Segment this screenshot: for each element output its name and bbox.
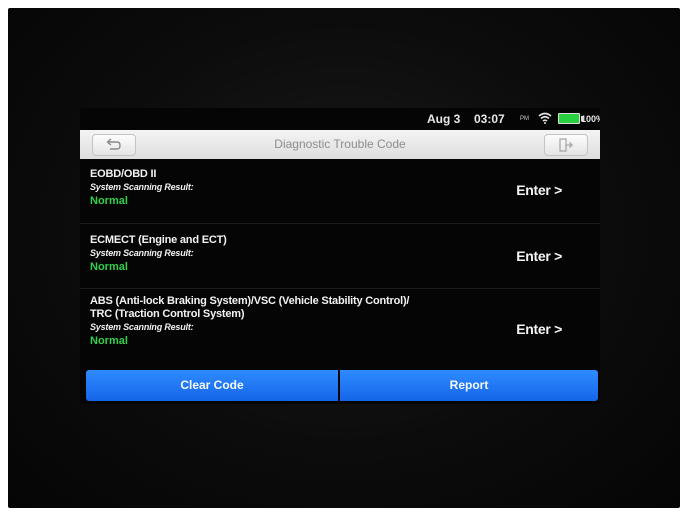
enter-button[interactable]: Enter > xyxy=(516,248,562,264)
action-button-row: Clear Code Report xyxy=(86,370,598,401)
list-item-abs[interactable]: ABS (Anti-lock Braking System)/VSC (Vehi… xyxy=(90,295,590,349)
status-normal: Normal xyxy=(90,335,128,347)
enter-button[interactable]: Enter > xyxy=(516,321,562,337)
system-name: ECMECT (Engine and ECT) xyxy=(90,234,227,246)
status-normal: Normal xyxy=(90,261,128,273)
scan-result-label: System Scanning Result: xyxy=(90,322,194,332)
separator xyxy=(80,288,600,289)
scan-result-label: System Scanning Result: xyxy=(90,182,194,192)
clear-code-button[interactable]: Clear Code xyxy=(86,370,338,401)
device-screen: Aug 3 03:07 PM 100% xyxy=(80,108,600,404)
enter-button[interactable]: Enter > xyxy=(516,182,562,198)
system-name: EOBD/OBD II xyxy=(90,168,157,180)
system-name-line2: TRC (Traction Control System) xyxy=(90,308,245,320)
status-time: 03:07 xyxy=(474,112,505,126)
scan-result-label: System Scanning Result: xyxy=(90,248,194,258)
report-button[interactable]: Report xyxy=(340,370,598,401)
separator xyxy=(80,223,600,224)
exit-icon xyxy=(559,138,573,152)
page-title: Diagnostic Trouble Code xyxy=(274,137,406,151)
list-item-ecmect[interactable]: ECMECT (Engine and ECT) System Scanning … xyxy=(90,234,590,275)
battery-icon xyxy=(558,113,583,124)
status-ampm: PM xyxy=(520,116,529,122)
system-name-line1: ABS (Anti-lock Braking System)/VSC (Vehi… xyxy=(90,295,410,307)
wifi-icon xyxy=(538,112,552,124)
status-normal: Normal xyxy=(90,195,128,207)
title-bar: Diagnostic Trouble Code xyxy=(80,130,600,159)
exit-button[interactable] xyxy=(544,134,588,156)
status-bar: Aug 3 03:07 PM 100% xyxy=(80,108,600,128)
device-bezel: Aug 3 03:07 PM 100% xyxy=(8,8,680,508)
status-date: Aug 3 xyxy=(427,112,461,126)
status-battery: 100% xyxy=(581,114,600,124)
photo-background: Aug 3 03:07 PM 100% xyxy=(0,0,688,514)
list-item-eobd[interactable]: EOBD/OBD II System Scanning Result: Norm… xyxy=(90,168,590,209)
